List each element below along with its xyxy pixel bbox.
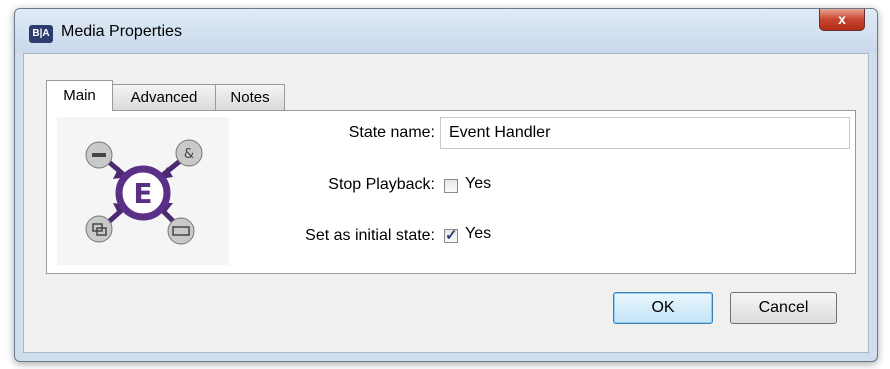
graphic-letter: E bbox=[133, 177, 152, 210]
checkmark-icon: ✓ bbox=[445, 227, 458, 244]
media-properties-dialog: B|A Media Properties x Main Advanced Not… bbox=[14, 8, 878, 362]
window-title: Media Properties bbox=[61, 23, 182, 40]
initial-state-checkbox[interactable]: ✓ bbox=[444, 227, 458, 244]
event-handler-icon: E & bbox=[57, 117, 229, 265]
dialog-body: Main Advanced Notes E & State name: Even… bbox=[23, 53, 869, 353]
svg-text:&: & bbox=[184, 147, 194, 162]
app-logo-icon: B|A bbox=[29, 25, 53, 43]
stop-playback-label: Stop Playback: bbox=[328, 176, 435, 193]
state-name-label: State name: bbox=[348, 124, 435, 141]
close-button[interactable]: x bbox=[819, 9, 865, 31]
cancel-button[interactable]: Cancel bbox=[730, 292, 837, 324]
main-tab-panel: E & State name: Event Handler Stop Playb… bbox=[46, 110, 856, 274]
stop-playback-checkbox[interactable] bbox=[444, 179, 458, 193]
tab-advanced[interactable]: Advanced bbox=[112, 84, 216, 110]
ok-button[interactable]: OK bbox=[613, 292, 713, 324]
tab-notes[interactable]: Notes bbox=[215, 84, 285, 110]
initial-state-label: Set as initial state: bbox=[305, 227, 435, 244]
state-name-input[interactable]: Event Handler bbox=[440, 117, 850, 149]
tab-main[interactable]: Main bbox=[46, 80, 113, 111]
stop-playback-yes: Yes bbox=[465, 175, 492, 192]
initial-state-yes: Yes bbox=[465, 225, 492, 242]
title-bar[interactable]: B|A Media Properties x bbox=[15, 9, 877, 53]
